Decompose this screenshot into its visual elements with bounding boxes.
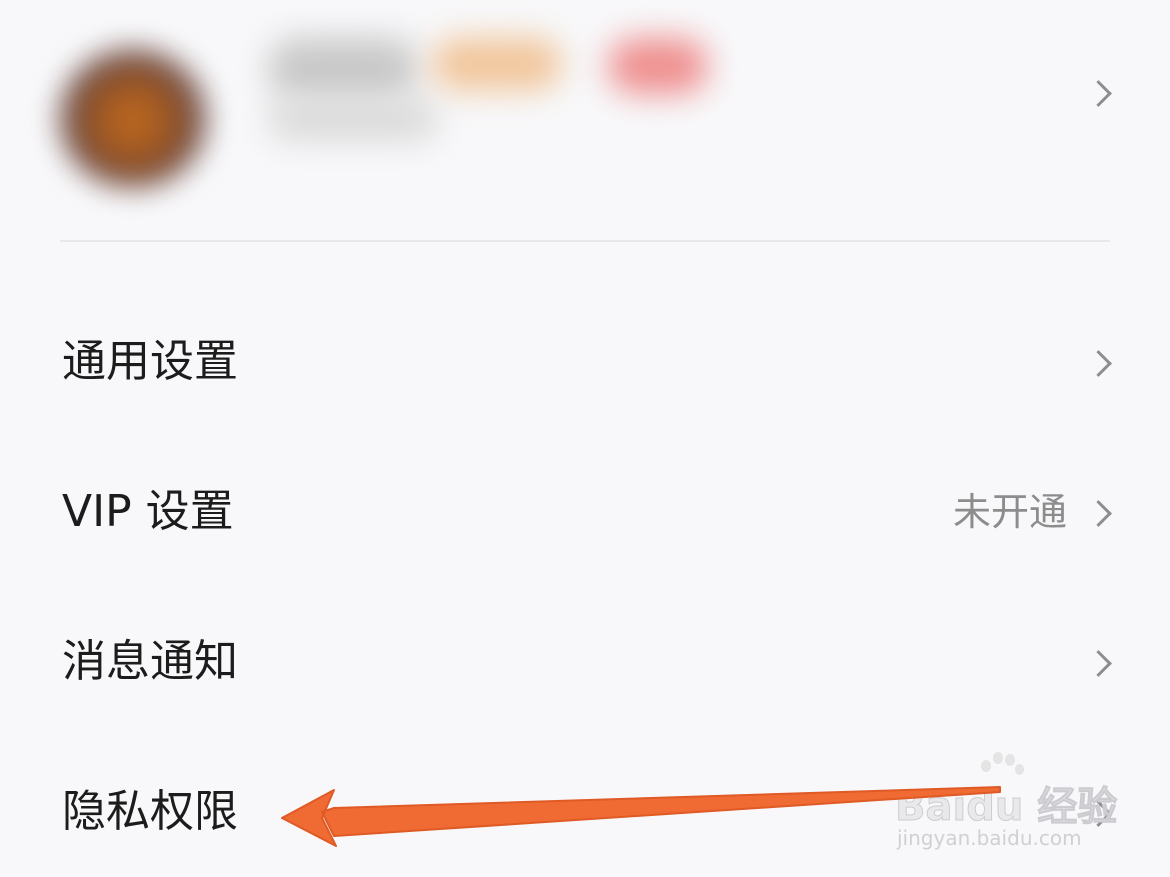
profile-subtitle-blurred <box>268 100 438 140</box>
divider <box>60 240 1110 242</box>
watermark: Baidu 经验 jingyan.baidu.com <box>894 752 1118 862</box>
menu-item-label: 隐私权限 <box>62 786 238 837</box>
watermark-brand-part: Bai <box>894 784 967 831</box>
vip-status-value: 未开通 <box>952 490 1067 534</box>
profile-name-blurred <box>268 38 418 100</box>
watermark-brand-part: du 经验 <box>966 784 1118 831</box>
avatar <box>58 48 208 188</box>
menu-item-general-settings[interactable]: 通用设置 <box>0 302 1170 422</box>
chevron-right-icon <box>1085 350 1112 377</box>
menu-item-vip-settings[interactable]: VIP 设置 未开通 <box>0 452 1170 572</box>
watermark-brand: Baidu 经验 <box>894 774 1118 832</box>
watermark-url: jingyan.baidu.com <box>897 826 1082 850</box>
chevron-right-icon <box>1085 650 1112 677</box>
menu-item-label: 通用设置 <box>62 336 238 387</box>
chevron-right-icon <box>1085 500 1112 527</box>
menu-item-label: 消息通知 <box>62 636 238 687</box>
menu-item-label: VIP 设置 <box>62 486 234 537</box>
profile-badge-blurred <box>608 38 708 94</box>
chevron-right-icon <box>1085 80 1112 107</box>
profile-badge-blurred <box>432 38 562 90</box>
menu-item-notifications[interactable]: 消息通知 <box>0 602 1170 722</box>
profile-row[interactable] <box>0 0 1170 240</box>
